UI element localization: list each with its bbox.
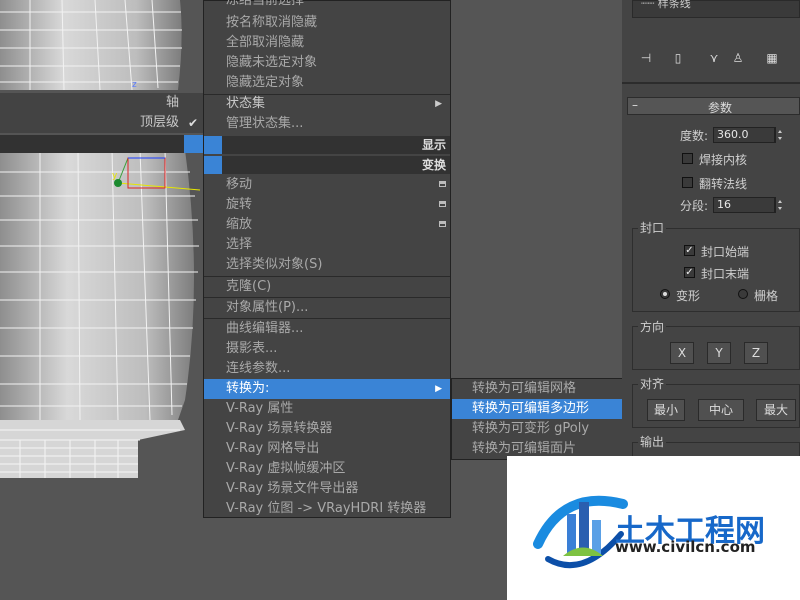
menu-item-clone[interactable]: 克隆(C) xyxy=(204,277,450,297)
panel-divider xyxy=(622,82,800,84)
parameters-rollout-header[interactable]: – 参数 xyxy=(627,97,800,115)
menu-item-dope-sheet[interactable]: 摄影表... xyxy=(204,339,450,359)
menu-item-vray-bitmap-converter[interactable]: V-Ray 位图 -> VRayHDRI 转换器 xyxy=(204,499,450,519)
menu-item-freeze-selection[interactable]: 冻结当前选择 xyxy=(204,0,450,11)
submenu-item-editable-poly[interactable]: 转换为可编辑多边形 xyxy=(452,399,636,419)
menu-item-curve-editor[interactable]: 曲线编辑器... xyxy=(204,319,450,339)
menu-item-unhide-all[interactable]: 全部取消隐藏 xyxy=(204,33,450,53)
stack-item-spline[interactable]: ┈┈ 样条线 xyxy=(641,0,691,11)
checkmark-icon: ✔ xyxy=(187,116,198,130)
window-icon xyxy=(439,201,446,207)
menu-item-hide-unselected[interactable]: 隐藏未选定对象 xyxy=(204,53,450,73)
weld-core-label: 焊接内核 xyxy=(699,153,748,167)
header-transform: 变换 xyxy=(204,156,450,174)
modifier-stack-list[interactable]: ┈┈ 样条线 xyxy=(632,0,800,18)
submenu-item-deformable-gpoly[interactable]: 转换为可变形 gPoly xyxy=(452,419,636,439)
make-unique-icon[interactable]: ♙ xyxy=(730,50,746,66)
menu-item-unhide-by-name[interactable]: 按名称取消隐藏 xyxy=(204,13,450,33)
grid-label: 栅格 xyxy=(754,289,779,303)
menu-item-scale[interactable]: 缩放 xyxy=(204,215,450,235)
left-quad-header xyxy=(0,135,203,153)
header-highlight xyxy=(204,136,222,154)
header-display: 显示 xyxy=(204,136,450,154)
cap-group-title: 封口 xyxy=(638,219,667,236)
svg-text:y: y xyxy=(112,171,118,181)
menu-item-wire-parameters[interactable]: 连线参数... xyxy=(204,359,450,379)
menu-item-top-level[interactable]: 顶层级 ✔ xyxy=(0,113,203,133)
convert-to-submenu: 转换为可编辑网格 转换为可编辑多边形 转换为可变形 gPoly 转换为可编辑面片 xyxy=(451,378,637,460)
submenu-arrow-icon: ▶ xyxy=(435,99,442,109)
degrees-spinner[interactable]: 360.0 xyxy=(713,127,775,143)
quad-context-menu: 冻结当前选择 按名称取消隐藏 全部取消隐藏 隐藏未选定对象 隐藏选定对象 状态集… xyxy=(203,0,451,518)
axis-y-button[interactable]: Y xyxy=(707,342,731,364)
menu-item-move[interactable]: 移动 xyxy=(204,175,450,195)
menu-item-manage-state-sets[interactable]: 管理状态集... xyxy=(204,114,450,134)
menu-item-vray-frame-buffer[interactable]: V-Ray 虚拟帧缓冲区 xyxy=(204,459,450,479)
flip-normals-checkbox[interactable] xyxy=(682,177,693,188)
cap-start-checkbox[interactable]: ✓ xyxy=(684,245,695,256)
watermark: 土木工程网 www.civilcn.com xyxy=(507,456,800,600)
menu-item-vray-properties[interactable]: V-Ray 属性 xyxy=(204,399,450,419)
menu-item-rotate[interactable]: 旋转 xyxy=(204,195,450,215)
direction-group-title: 方向 xyxy=(638,318,667,335)
cap-start-label: 封口始端 xyxy=(701,245,750,259)
menu-item-hide-selection[interactable]: 隐藏选定对象 xyxy=(204,73,450,93)
weld-core-checkbox[interactable] xyxy=(682,153,693,164)
menu-item-select[interactable]: 选择 xyxy=(204,235,450,255)
svg-text:z: z xyxy=(132,80,137,90)
cap-end-checkbox[interactable]: ✓ xyxy=(684,267,695,278)
align-max-button[interactable]: 最大 xyxy=(756,399,796,421)
axis-z-button[interactable]: Z xyxy=(744,342,768,364)
menu-item-object-properties[interactable]: 对象属性(P)... xyxy=(204,298,450,318)
left-quad-highlight xyxy=(184,135,203,153)
grid-radio[interactable] xyxy=(738,289,748,299)
degrees-spinner-arrows[interactable] xyxy=(775,127,784,143)
menu-item-state-sets[interactable]: 状态集 ▶ xyxy=(204,94,450,114)
window-icon xyxy=(439,181,446,187)
align-group-title: 对齐 xyxy=(638,375,667,392)
window-icon xyxy=(439,221,446,227)
menu-item-vray-scene-exporter[interactable]: V-Ray 场景文件导出器 xyxy=(204,479,450,499)
cap-end-label: 封口末端 xyxy=(701,267,750,281)
menu-item-convert-to[interactable]: 转换为: ▶ xyxy=(204,379,450,399)
align-center-button[interactable]: 中心 xyxy=(698,399,744,421)
menu-item-pivot[interactable]: 轴 xyxy=(0,93,203,113)
submenu-item-editable-mesh[interactable]: 转换为可编辑网格 xyxy=(452,379,636,399)
submenu-arrow-icon: ▶ xyxy=(435,384,442,394)
menu-item-vray-scene-converter[interactable]: V-Ray 场景转换器 xyxy=(204,419,450,439)
header-highlight xyxy=(204,156,222,174)
show-end-result-icon[interactable]: ⋎ xyxy=(706,50,722,66)
axis-x-button[interactable]: X xyxy=(670,342,694,364)
morph-label: 变形 xyxy=(676,289,701,303)
morph-radio[interactable] xyxy=(660,289,670,299)
menu-item-vray-mesh-export[interactable]: V-Ray 网格导出 xyxy=(204,439,450,459)
modifier-stack-icon[interactable]: ▯ xyxy=(670,50,686,66)
degrees-label: 度数: xyxy=(680,129,709,143)
watermark-url: www.civilcn.com xyxy=(615,538,756,556)
left-quad-menu: 轴 顶层级 ✔ xyxy=(0,93,203,133)
segments-spinner-arrows[interactable] xyxy=(775,197,784,213)
menu-item-select-similar[interactable]: 选择类似对象(S) xyxy=(204,255,450,275)
pin-stack-icon[interactable]: ⊣ xyxy=(638,50,654,66)
output-group-title: 输出 xyxy=(638,433,667,450)
flip-normals-label: 翻转法线 xyxy=(699,177,748,191)
align-min-button[interactable]: 最小 xyxy=(647,399,685,421)
segments-label: 分段: xyxy=(680,199,709,213)
segments-spinner[interactable]: 16 xyxy=(713,197,775,213)
configure-modifier-sets-icon[interactable]: ▦ xyxy=(764,50,780,66)
